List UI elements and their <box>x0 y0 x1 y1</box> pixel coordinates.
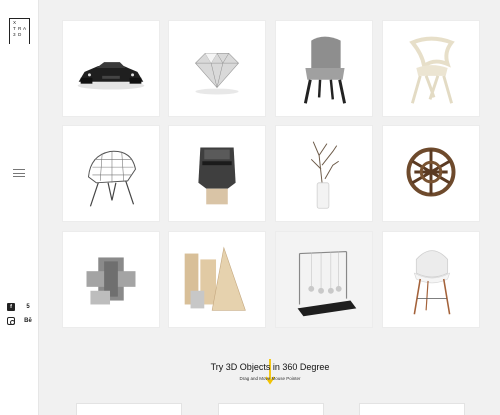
object-card-helmet[interactable] <box>168 125 266 222</box>
object-card-puzzle-cube[interactable] <box>62 231 160 328</box>
facebook-icon[interactable]: f <box>7 303 15 311</box>
organic-chair-icon <box>409 36 455 104</box>
lattice-sphere-icon <box>406 147 456 197</box>
branches-vase-icon <box>310 141 339 209</box>
object-card-lattice-sphere[interactable] <box>382 125 480 222</box>
diamond-icon <box>195 52 239 95</box>
behance-icon[interactable]: Bē <box>24 317 32 325</box>
logo-letter <box>23 32 28 37</box>
social-row: f 5 <box>7 303 35 311</box>
hamburger-icon[interactable] <box>13 169 25 177</box>
cta-headline: Try 3D Objects in 360 Degree <box>210 362 330 372</box>
object-card-diamond[interactable] <box>168 20 266 117</box>
wood-shapes-icon <box>184 246 246 311</box>
object-card-wire-chair[interactable] <box>62 125 160 222</box>
object-card-newtons-cradle[interactable] <box>275 231 373 328</box>
sidebar: X T R A 3 D f 5 Bē <box>0 0 39 415</box>
object-card-branches-vase[interactable] <box>275 125 373 222</box>
lounge-chair-icon <box>303 36 347 104</box>
cta-subline: Drag and Move Mouse Pointer <box>239 376 301 381</box>
newtons-cradle-icon <box>297 251 357 317</box>
social-row: Bē <box>7 317 35 325</box>
bottom-card[interactable] <box>218 403 324 415</box>
object-card-car[interactable] <box>62 20 160 117</box>
wire-chair-icon <box>87 150 137 207</box>
bottom-card[interactable] <box>359 403 465 415</box>
bottom-card[interactable] <box>76 403 182 415</box>
instagram-icon[interactable] <box>7 317 15 325</box>
500px-icon[interactable]: 5 <box>24 303 32 311</box>
logo-letter <box>23 20 28 25</box>
logo-letter: A <box>23 26 27 31</box>
object-card-bar-stool[interactable] <box>382 231 480 328</box>
car-icon <box>77 62 145 90</box>
object-card-lounge-chair[interactable] <box>275 20 373 117</box>
puzzle-cube-icon <box>86 257 136 305</box>
object-card-organic-chair[interactable] <box>382 20 480 117</box>
brand-logo[interactable]: X T R A 3 D <box>9 18 30 44</box>
bar-stool-icon <box>413 250 451 315</box>
object-card-wood-shapes[interactable] <box>168 231 266 328</box>
helmet-icon <box>198 147 236 205</box>
